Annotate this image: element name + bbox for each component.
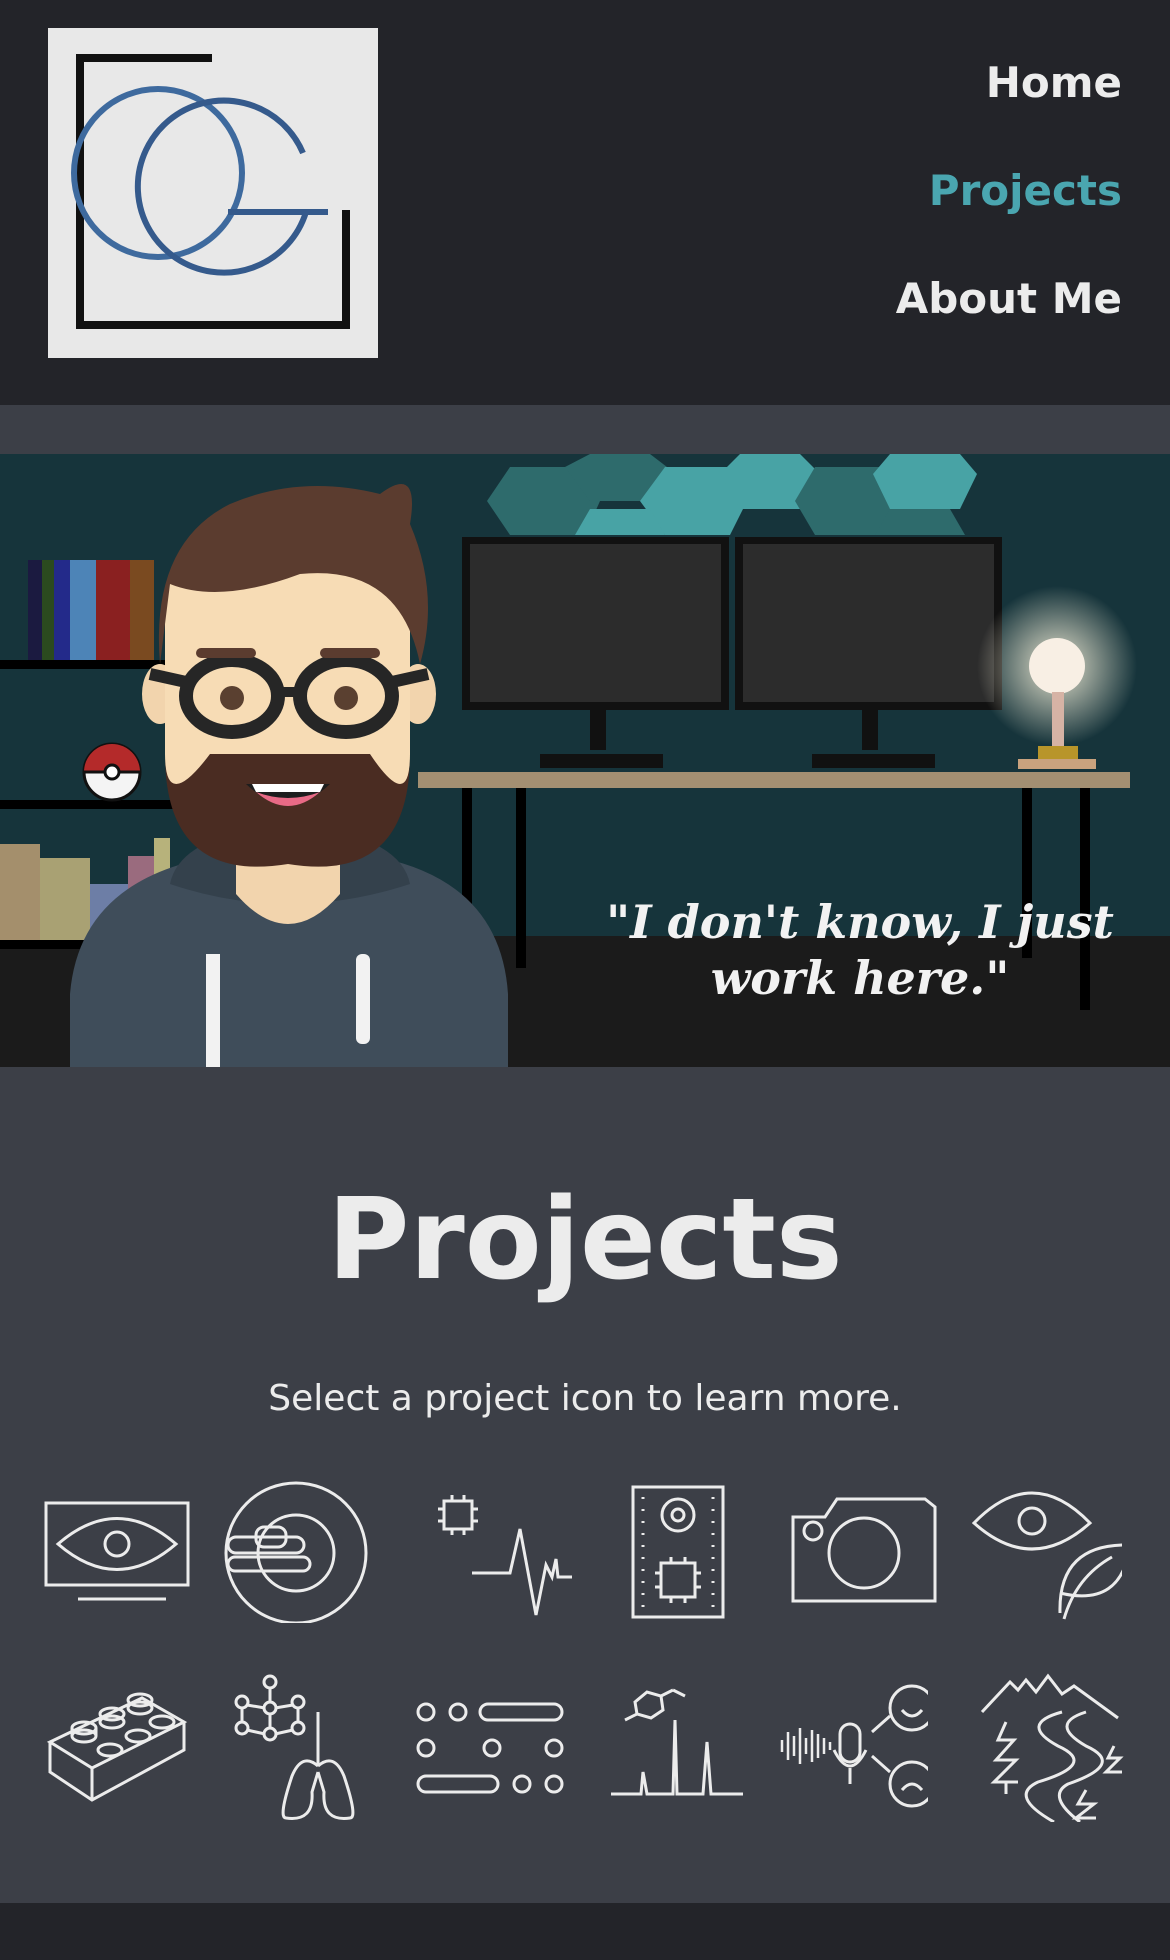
project-dots-lines-icon[interactable] xyxy=(414,1672,564,1822)
project-mountain-trail-icon[interactable] xyxy=(978,1672,1128,1824)
site-footer xyxy=(0,1903,1170,1960)
page-title: Projects xyxy=(327,1175,843,1305)
page-subtitle: Select a project icon to learn more. xyxy=(268,1378,902,1419)
divider-band xyxy=(0,405,1170,454)
project-mri-scanner-icon[interactable] xyxy=(222,1473,372,1625)
nav-home[interactable]: Home xyxy=(986,58,1122,107)
project-neural-network-lungs-icon[interactable] xyxy=(222,1672,372,1822)
nav-projects[interactable]: Projects xyxy=(929,166,1122,215)
project-camera-icon[interactable] xyxy=(789,1473,939,1623)
site-header: Home Projects About Me xyxy=(0,0,1170,405)
project-lego-brick-icon[interactable] xyxy=(42,1672,192,1822)
hero-banner: "I don't know, I just work here." xyxy=(0,454,1170,1067)
logo[interactable] xyxy=(48,28,378,358)
hero-quote: "I don't know, I just work here." xyxy=(606,895,1114,1005)
project-eye-monitor-icon[interactable] xyxy=(42,1473,192,1623)
project-speaker-chip-icon[interactable] xyxy=(603,1473,753,1623)
project-molecule-spectrum-icon[interactable] xyxy=(603,1672,753,1822)
project-chip-heartbeat-icon[interactable] xyxy=(432,1473,582,1623)
project-eye-leaf-icon[interactable] xyxy=(971,1473,1132,1623)
project-voice-emotion-icon[interactable] xyxy=(778,1672,936,1822)
nav-about-me[interactable]: About Me xyxy=(896,274,1122,323)
cg-logo-icon xyxy=(71,54,350,329)
